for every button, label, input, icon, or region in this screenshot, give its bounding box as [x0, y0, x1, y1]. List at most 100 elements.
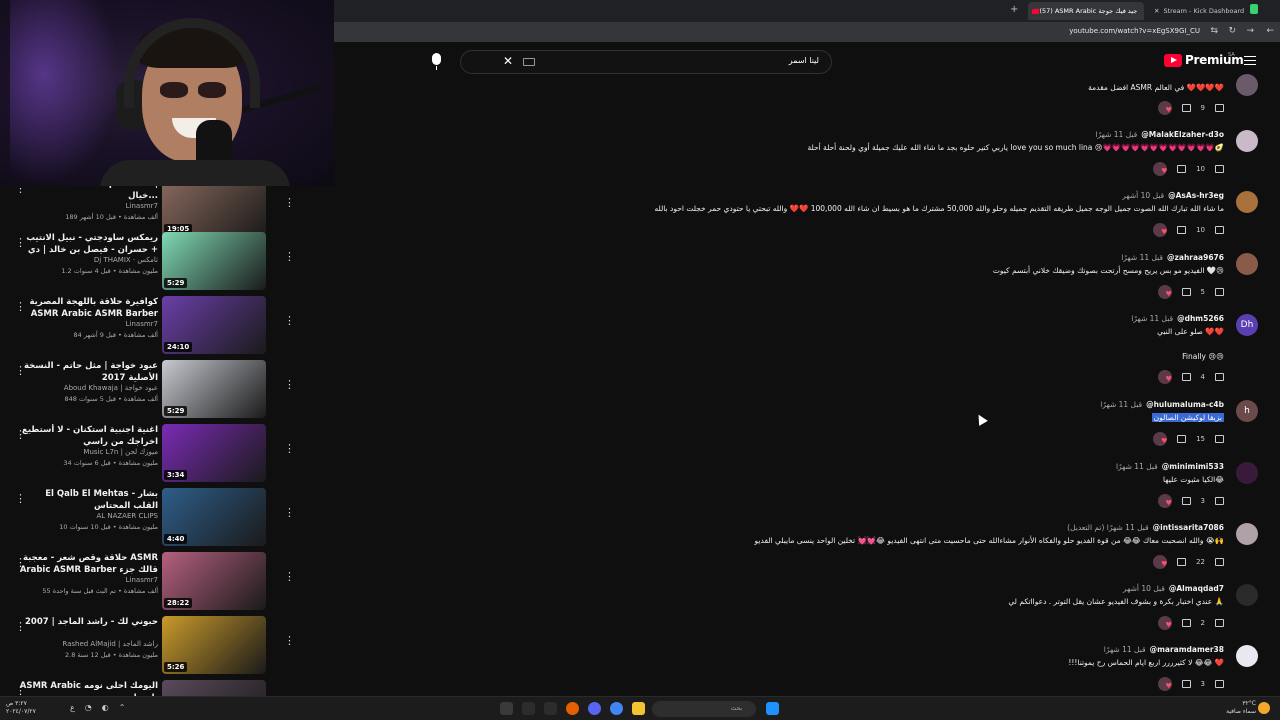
- dislike-icon[interactable]: [1181, 497, 1191, 505]
- commenter-handle[interactable]: @intissarita7086: [1153, 523, 1224, 532]
- reload-icon[interactable]: ↻: [1228, 26, 1236, 36]
- commenter-avatar[interactable]: [1236, 130, 1258, 152]
- keyboard-icon[interactable]: [523, 58, 535, 66]
- recommended-video[interactable]: ⋮ حلاقة وقص شعر - معجبة ASMR Arabic ASMR …: [0, 552, 300, 614]
- dislike-icon[interactable]: [1177, 435, 1187, 443]
- like-icon[interactable]: [1215, 226, 1224, 234]
- commenter-handle[interactable]: @MalakElzaher-d3o: [1141, 130, 1224, 139]
- clear-search-icon[interactable]: ✕: [503, 54, 513, 68]
- windows-start-icon[interactable]: [766, 702, 779, 715]
- channel-name[interactable]: Music L7n | ميوزك لحن: [83, 448, 158, 456]
- translate-icon[interactable]: ⇆: [1210, 26, 1218, 36]
- like-icon[interactable]: [1215, 680, 1224, 688]
- commenter-handle[interactable]: @hulumaluma-c4b: [1146, 400, 1224, 409]
- video-thumbnail[interactable]: 5:29: [162, 360, 266, 418]
- channel-name[interactable]: Linasmr7: [126, 202, 158, 210]
- tray-up-icon[interactable]: ⌃: [119, 703, 126, 712]
- video-thumbnail[interactable]: 5:26: [162, 616, 266, 674]
- kebab-menu-icon[interactable]: ⋮: [284, 570, 295, 583]
- file-explorer-icon[interactable]: [632, 702, 645, 715]
- dislike-icon[interactable]: [1181, 680, 1191, 688]
- kebab-menu-icon[interactable]: ⋮: [284, 634, 295, 647]
- search-input[interactable]: ✕ لينا اسمر: [460, 50, 832, 74]
- kebab-menu-icon[interactable]: ⋮: [284, 196, 295, 209]
- commenter-handle[interactable]: @AsAs-hr3eg: [1168, 191, 1224, 200]
- video-title[interactable]: اغنية اجنبية استكنان - لا أستطيع اخراجك …: [18, 424, 158, 448]
- wifi-icon[interactable]: ◔: [85, 703, 92, 712]
- tab-kick[interactable]: ✕ Stream - Kick Dashboard: [1148, 2, 1258, 20]
- commenter-handle[interactable]: @minimimi533: [1162, 462, 1224, 471]
- dislike-icon[interactable]: [1177, 558, 1187, 566]
- discord-icon[interactable]: [588, 702, 601, 715]
- like-icon[interactable]: [1215, 558, 1224, 566]
- video-title[interactable]: عبود خواجة | مثل حاتم - النسخة الأصلية 2…: [18, 360, 158, 384]
- hamburger-menu-icon[interactable]: [1244, 56, 1256, 65]
- commenter-avatar[interactable]: h: [1236, 400, 1258, 422]
- video-title[interactable]: El Qalb El Mehtas بشار - القلب المحتاس: [18, 488, 158, 512]
- commenter-avatar[interactable]: [1236, 253, 1258, 275]
- voice-search-icon[interactable]: [432, 53, 441, 70]
- snipping-icon[interactable]: [522, 702, 535, 715]
- dislike-icon[interactable]: [1181, 288, 1191, 296]
- channel-name[interactable]: Linasmr7: [126, 576, 158, 584]
- dislike-icon[interactable]: [1181, 619, 1191, 627]
- video-title[interactable]: ريمكس ساودجتي - نبيل الانتيب + حسران - ف…: [18, 232, 158, 256]
- video-thumbnail[interactable]: 3:34: [162, 424, 266, 482]
- kebab-menu-icon[interactable]: ⋮: [284, 506, 295, 519]
- chrome-icon[interactable]: [610, 702, 623, 715]
- video-thumbnail[interactable]: 19:05: [162, 186, 266, 236]
- video-thumbnail[interactable]: 24:10: [162, 296, 266, 354]
- commenter-handle[interactable]: @zahraa9676: [1167, 253, 1224, 262]
- back-icon[interactable]: ←: [1266, 26, 1274, 36]
- video-title[interactable]: حلاقة وقص شعر - معجبة ASMR Arabic ASMR B…: [18, 552, 158, 576]
- like-icon[interactable]: [1215, 373, 1224, 381]
- address-bar[interactable]: youtube.com/watch?v=xEgSX9GI_CU ⇆ ↻ → ←: [334, 22, 1280, 42]
- recommended-video[interactable]: ⋮ عبود خواجة | مثل حاتم - النسخة الأصلية …: [0, 360, 300, 422]
- dislike-icon[interactable]: [1181, 104, 1191, 112]
- url-text[interactable]: youtube.com/watch?v=xEgSX9GI_CU: [1069, 27, 1200, 35]
- commenter-avatar[interactable]: Dh: [1236, 314, 1258, 336]
- tab-close-icon[interactable]: ✕: [1154, 7, 1159, 15]
- commenter-avatar[interactable]: [1236, 462, 1258, 484]
- video-thumbnail[interactable]: 28:22: [162, 552, 266, 610]
- video-title[interactable]: كوافيرة حلاقة باللهجة المصرية ASMR Arabi…: [18, 296, 158, 320]
- kebab-menu-icon[interactable]: ⋮: [284, 378, 295, 391]
- commenter-avatar[interactable]: [1236, 74, 1258, 96]
- forward-icon[interactable]: →: [1246, 26, 1254, 36]
- recording-app-icon[interactable]: [500, 702, 513, 715]
- video-thumbnail[interactable]: 5:29: [162, 232, 266, 290]
- keyboard-language[interactable]: ع: [70, 703, 75, 712]
- tab-youtube[interactable]: ✕ (57) ASMR Arabic جيد فيك جوجة: [1028, 2, 1144, 20]
- commenter-avatar[interactable]: [1236, 645, 1258, 667]
- like-icon[interactable]: [1215, 619, 1224, 627]
- recommended-video[interactable]: ⋮ اغنية اجنبية استكنان - لا أستطيع اخراجك…: [0, 424, 300, 486]
- commenter-handle[interactable]: @dhm5266: [1177, 314, 1224, 323]
- recommended-video[interactable]: ⋮ حبوني لك - راشد الماجد | 2007 Rashed AlM…: [0, 616, 300, 678]
- dislike-icon[interactable]: [1177, 226, 1187, 234]
- clock[interactable]: ٣:٢٧ ص ٢٠٢٤/٠٧/٢٧: [6, 700, 36, 716]
- video-title[interactable]: ASMR Best Sleep of Your | خيال...: [18, 186, 158, 202]
- brave-icon[interactable]: [566, 702, 579, 715]
- video-thumbnail[interactable]: 4:40: [162, 488, 266, 546]
- channel-name[interactable]: AL NAZAER CLIPS: [96, 512, 158, 520]
- kebab-menu-icon[interactable]: ⋮: [284, 442, 295, 455]
- recommended-video[interactable]: ⋮ ريمكس ساودجتي - نبيل الانتيب + حسران - …: [0, 232, 300, 294]
- commenter-avatar[interactable]: [1236, 191, 1258, 213]
- task-view-icon[interactable]: [544, 702, 557, 715]
- kebab-menu-icon[interactable]: ⋮: [284, 250, 295, 263]
- dislike-icon[interactable]: [1181, 373, 1191, 381]
- video-title[interactable]: حبوني لك - راشد الماجد | 2007: [18, 616, 158, 628]
- like-icon[interactable]: [1215, 165, 1224, 173]
- commenter-handle[interactable]: @maramdamer38: [1150, 645, 1224, 654]
- like-icon[interactable]: [1215, 435, 1224, 443]
- kebab-menu-icon[interactable]: ⋮: [284, 314, 295, 327]
- channel-name[interactable]: Aboud Khawaja | عبود خواجة: [64, 384, 158, 392]
- taskbar-search[interactable]: بحث: [652, 701, 756, 717]
- dislike-icon[interactable]: [1177, 165, 1187, 173]
- recommended-video[interactable]: ⋮ El Qalb El Mehtas بشار - القلب المحتاس A…: [0, 488, 300, 550]
- weather-widget[interactable]: ٣٢°C سماء صافية: [1226, 700, 1256, 716]
- volume-icon[interactable]: ◐: [102, 703, 109, 712]
- recommended-video[interactable]: ⋮ كوافيرة حلاقة باللهجة المصرية ASMR Arab…: [0, 296, 300, 358]
- like-icon[interactable]: [1215, 104, 1224, 112]
- commenter-avatar[interactable]: [1236, 523, 1258, 545]
